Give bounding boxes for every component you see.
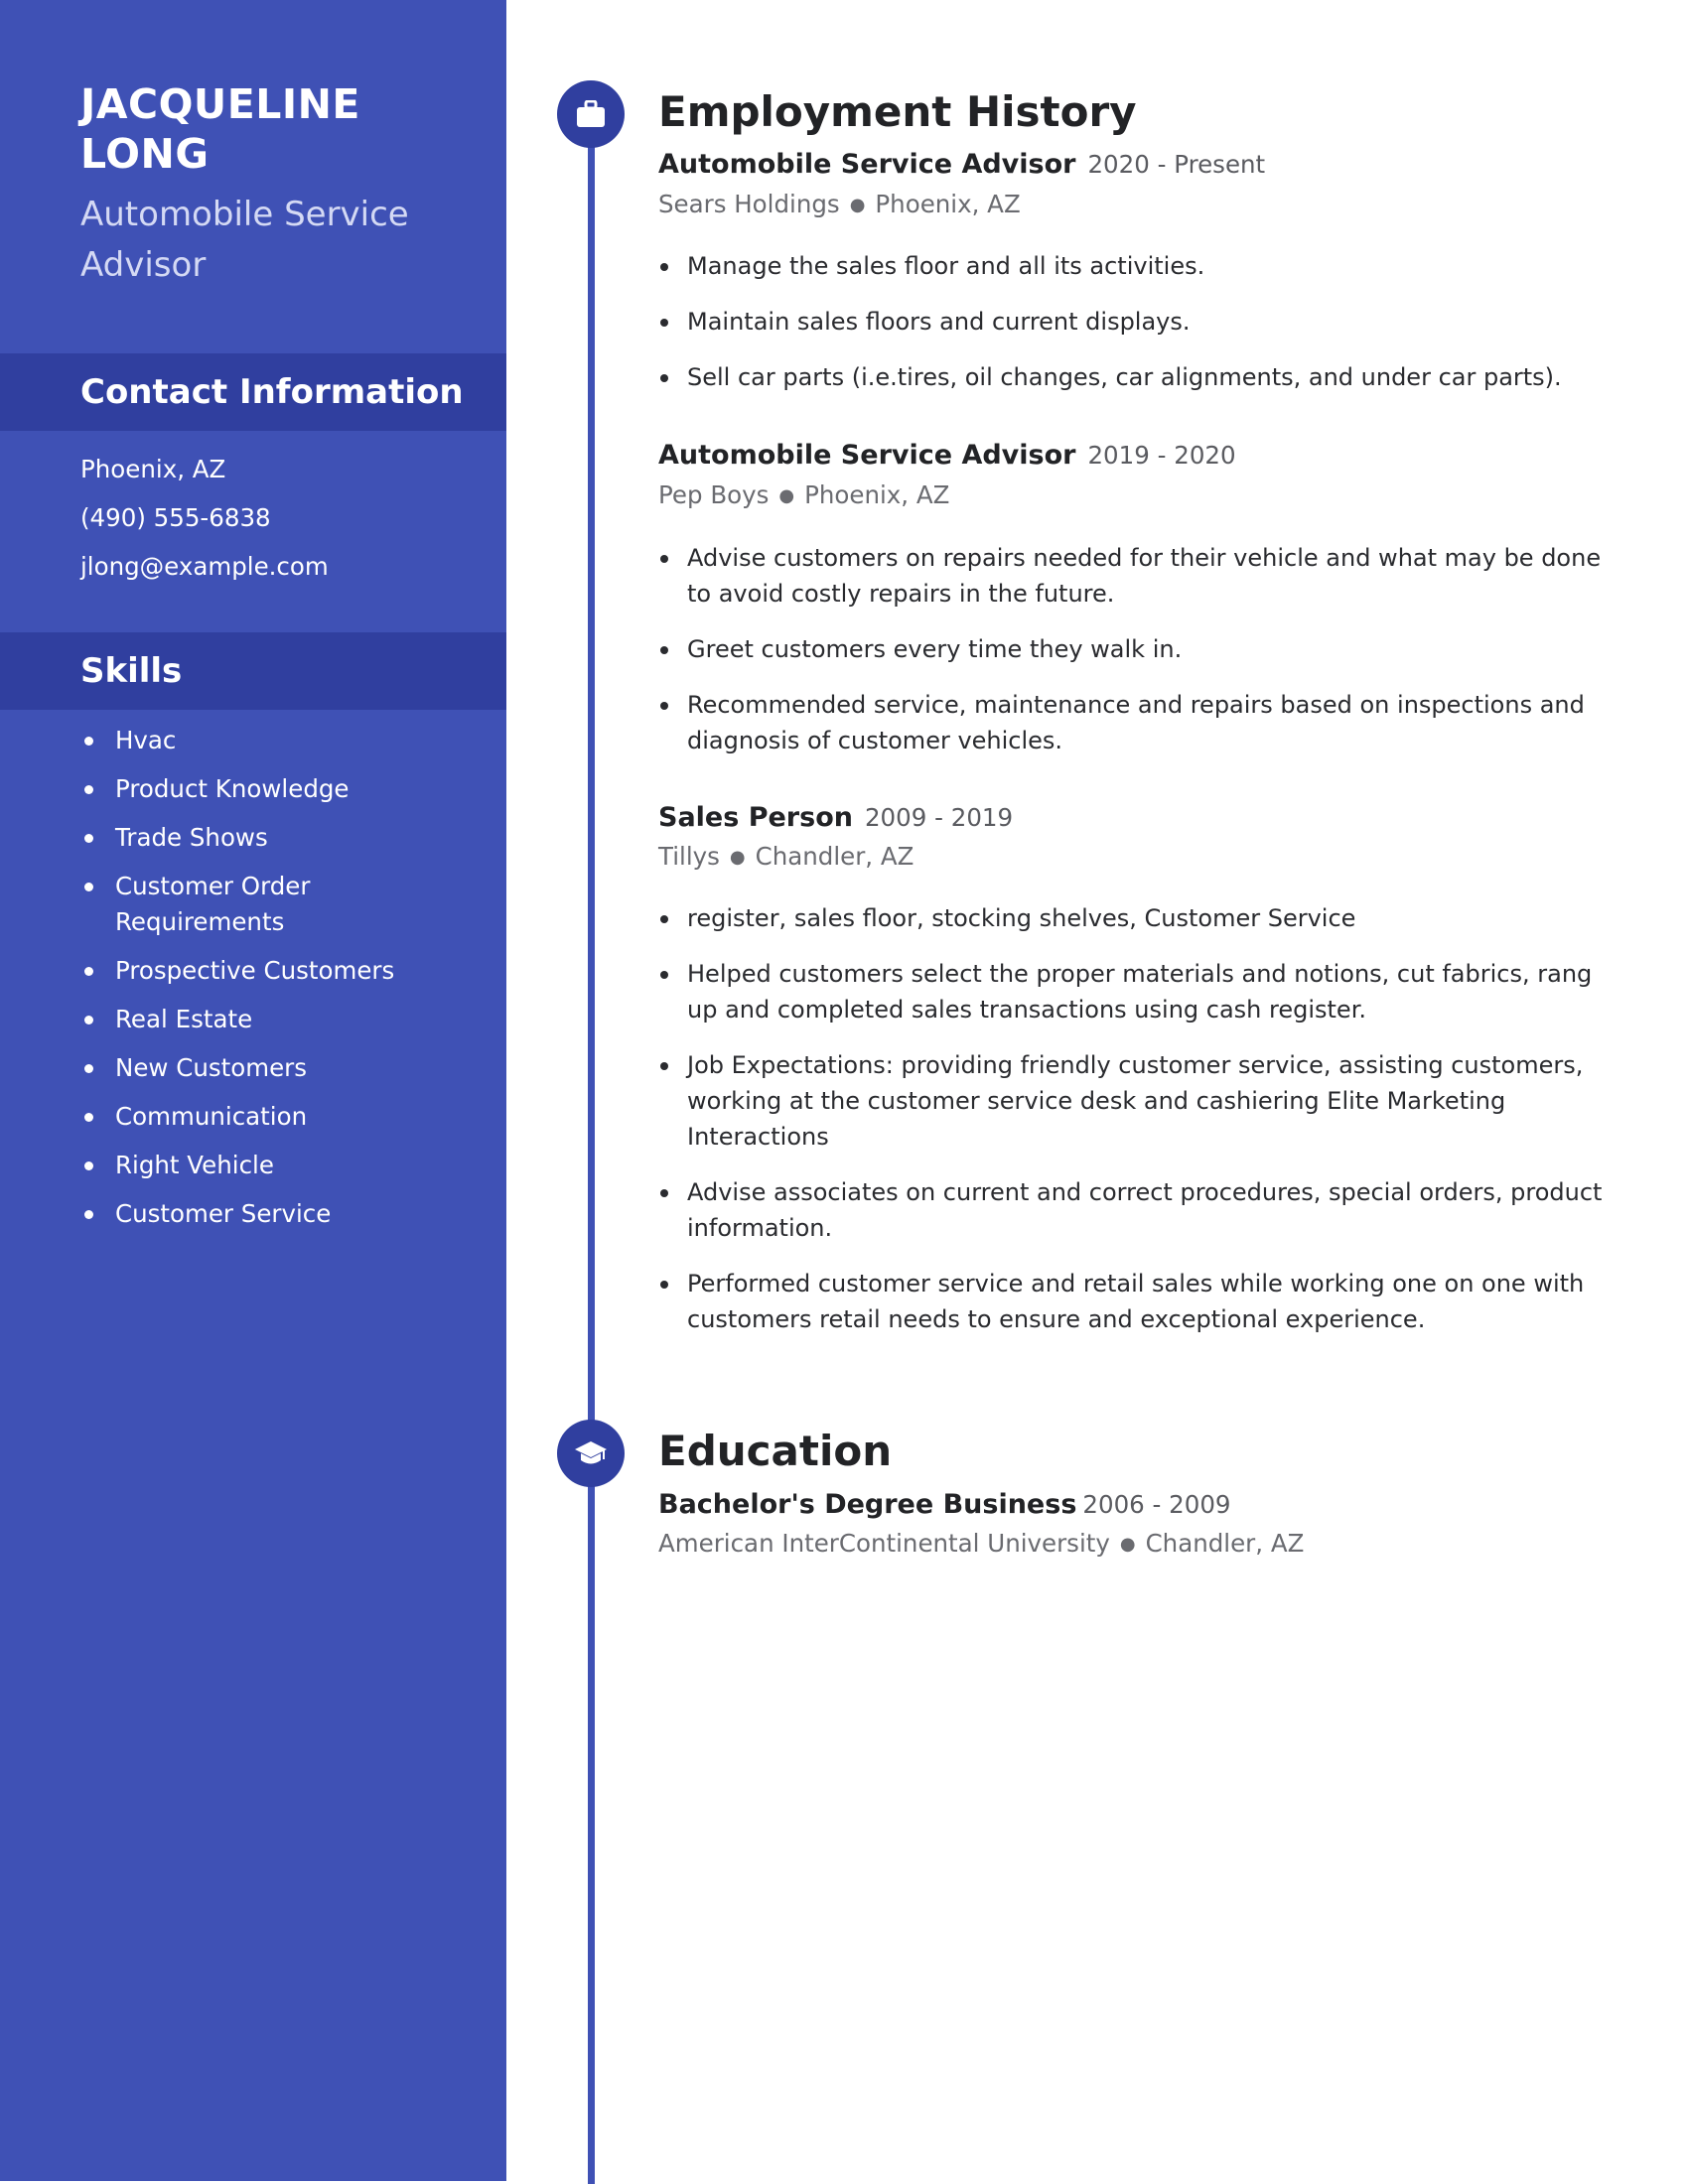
job-bullet: Greet customers every time they walk in.: [658, 631, 1612, 667]
contact-phone: (490) 555-6838: [80, 503, 271, 532]
job-header: Automobile Service Advisor 2019 - 2020: [658, 440, 1236, 471]
sidebar: JACQUELINE LONG Automobile Service Advis…: [0, 0, 506, 2181]
skill-item: Real Estate: [80, 1002, 478, 1037]
job-location: Phoenix, AZ: [804, 480, 950, 509]
contact-location: Phoenix, AZ: [80, 455, 226, 483]
job-title: Automobile Service Advisor: [658, 440, 1076, 471]
briefcase-icon: [557, 80, 625, 148]
job-bullets: Advise customers on repairs needed for t…: [658, 540, 1612, 778]
skills-list: Hvac Product Knowledge Trade Shows Custo…: [80, 723, 478, 1245]
job-title: Sales Person: [658, 802, 853, 833]
degree-title: Bachelor's Degree Business: [658, 1489, 1077, 1520]
job-bullet: Recommended service, maintenance and rep…: [658, 687, 1612, 758]
school-name: American InterContinental University: [658, 1529, 1110, 1558]
separator-dot: ●: [778, 485, 795, 506]
skill-item: Prospective Customers: [80, 953, 478, 989]
job-bullets: register, sales floor, stocking shelves,…: [658, 900, 1612, 1357]
job-company-line: Tillys ● Chandler, AZ: [658, 842, 914, 871]
job-bullet: Job Expectations: providing friendly cus…: [658, 1047, 1612, 1155]
name-line-2: LONG: [80, 130, 210, 178]
job-bullet: Manage the sales floor and all its activ…: [658, 248, 1612, 284]
separator-dot: ●: [1119, 1534, 1136, 1555]
role-line-1: Automobile Service: [80, 195, 409, 234]
contact-heading: Contact Information: [80, 372, 464, 412]
graduation-cap-icon: [557, 1420, 625, 1487]
skill-item: Customer Service: [80, 1196, 478, 1232]
job-bullet: Performed customer service and retail sa…: [658, 1266, 1612, 1337]
candidate-role: Automobile Service Advisor: [80, 190, 478, 291]
contact-list: Phoenix, AZ (490) 555-6838 jlong@example…: [80, 445, 329, 591]
job-dates: 2019 - 2020: [1087, 441, 1236, 470]
school-location: Chandler, AZ: [1145, 1529, 1305, 1558]
job-bullet: Advise customers on repairs needed for t…: [658, 540, 1612, 612]
job-bullet: Maintain sales floors and current displa…: [658, 304, 1612, 340]
contact-section-header: Contact Information: [0, 353, 506, 431]
skills-heading: Skills: [80, 651, 183, 691]
education-heading: Education: [658, 1427, 893, 1475]
job-dates: 2009 - 2019: [864, 803, 1014, 832]
skill-item: New Customers: [80, 1050, 478, 1086]
name-line-1: JACQUELINE: [80, 80, 360, 128]
role-line-2: Advisor: [80, 245, 207, 285]
job-dates: 2020 - Present: [1087, 150, 1266, 179]
skill-item: Customer Order Requirements: [80, 869, 478, 940]
job-bullet: Advise associates on current and correct…: [658, 1174, 1612, 1246]
job-company: Sears Holdings: [658, 190, 840, 218]
contact-email[interactable]: jlong@example.com: [80, 542, 329, 591]
job-header: Sales Person 2009 - 2019: [658, 802, 1013, 833]
separator-dot: ●: [729, 847, 746, 868]
job-company-line: Pep Boys ● Phoenix, AZ: [658, 480, 949, 509]
education-header: Bachelor's Degree Business 2006 - 2009: [658, 1489, 1231, 1520]
candidate-name: JACQUELINE LONG: [80, 79, 478, 179]
job-bullets: Manage the sales floor and all its activ…: [658, 248, 1612, 415]
job-location: Phoenix, AZ: [875, 190, 1021, 218]
skill-item: Right Vehicle: [80, 1148, 478, 1183]
job-company: Tillys: [658, 842, 720, 871]
job-location: Chandler, AZ: [755, 842, 914, 871]
education-dates: 2006 - 2009: [1082, 1490, 1231, 1519]
separator-dot: ●: [849, 195, 866, 215]
skill-item: Hvac: [80, 723, 478, 758]
job-title: Automobile Service Advisor: [658, 149, 1076, 180]
skill-item: Product Knowledge: [80, 771, 478, 807]
education-school-line: American InterContinental University ● Cha…: [658, 1529, 1304, 1558]
job-bullet: register, sales floor, stocking shelves,…: [658, 900, 1612, 936]
skill-item: Communication: [80, 1099, 478, 1135]
timeline-line: [588, 119, 595, 2184]
job-bullet: Sell car parts (i.e.tires, oil changes, …: [658, 359, 1612, 395]
skills-section-header: Skills: [0, 632, 506, 710]
employment-heading: Employment History: [658, 87, 1137, 136]
job-company: Pep Boys: [658, 480, 770, 509]
skill-item: Trade Shows: [80, 820, 478, 856]
job-bullet: Helped customers select the proper mater…: [658, 956, 1612, 1027]
job-company-line: Sears Holdings ● Phoenix, AZ: [658, 190, 1021, 218]
job-header: Automobile Service Advisor 2020 - Present: [658, 149, 1265, 180]
